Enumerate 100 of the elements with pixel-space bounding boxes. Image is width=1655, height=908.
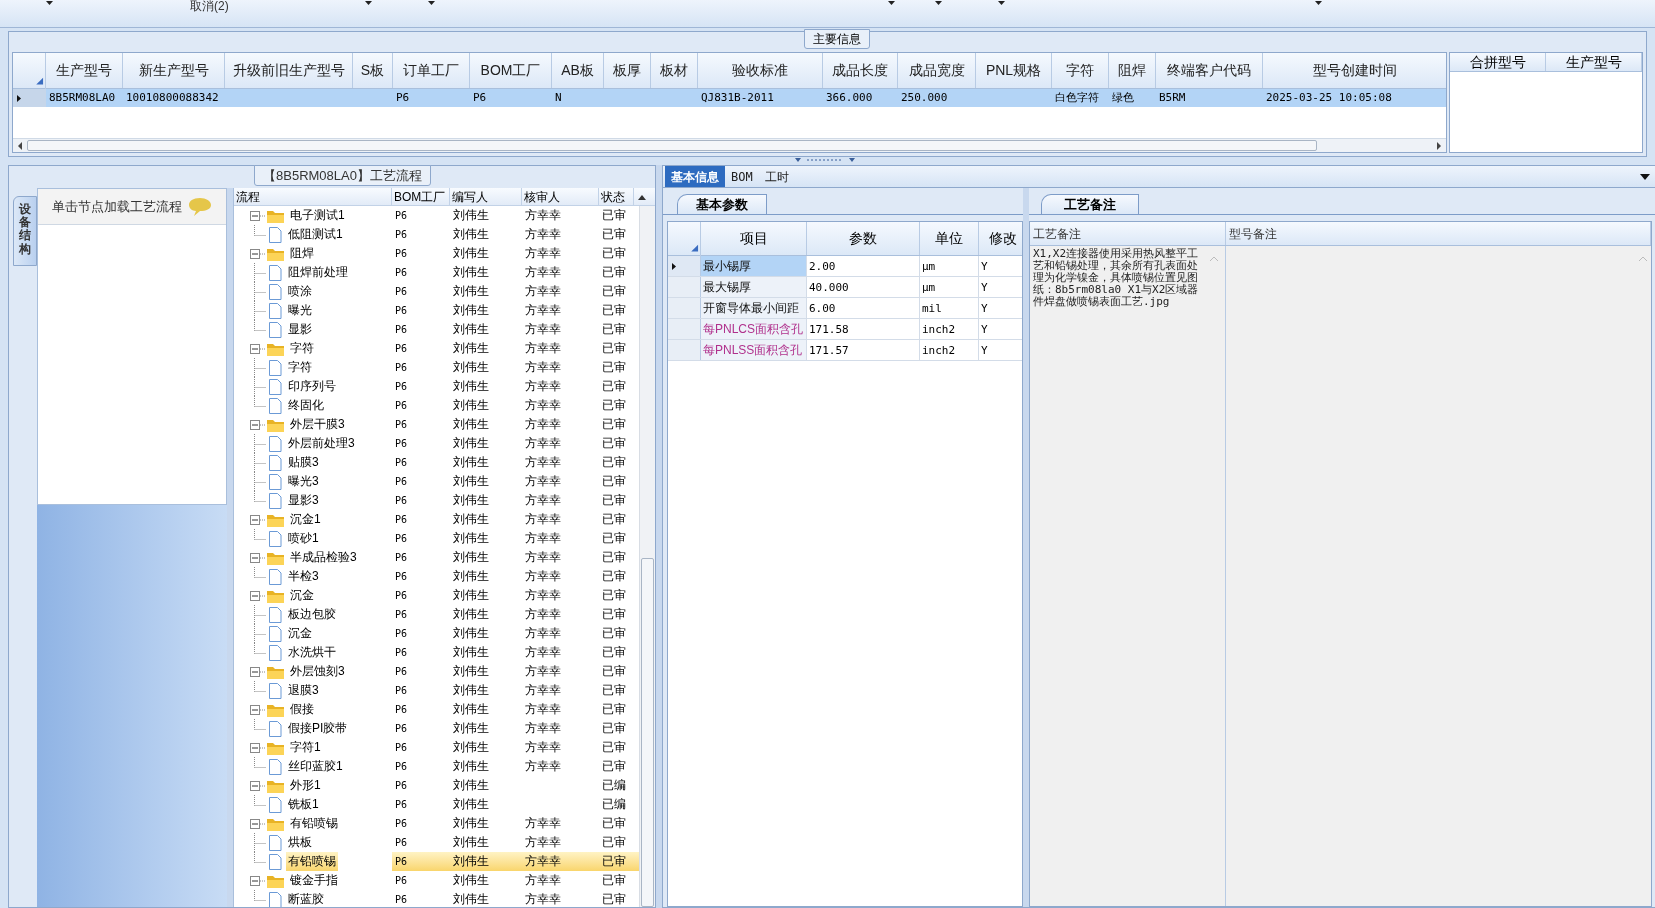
- collapse-icon[interactable]: [250, 343, 266, 354]
- tree-node-label[interactable]: 沉金: [288, 586, 316, 605]
- tree-node-label[interactable]: 假接: [288, 700, 316, 719]
- splitter-grip-icon[interactable]: [795, 158, 855, 163]
- side-tab[interactable]: 设备结构: [13, 196, 37, 266]
- column-header[interactable]: 订单工厂: [393, 53, 470, 88]
- column-header[interactable]: 成品长度: [823, 53, 898, 88]
- caret-icon[interactable]: [998, 1, 1005, 5]
- caret-icon[interactable]: [365, 1, 372, 5]
- hint-text: 单击节点加载工艺流程: [52, 197, 182, 216]
- detail-tab[interactable]: 工时: [758, 166, 795, 187]
- column-header[interactable]: 项目: [701, 222, 807, 255]
- tree-node-label[interactable]: 喷砂1: [286, 529, 321, 548]
- collapse-icon[interactable]: [250, 514, 266, 525]
- tree-node-label[interactable]: 外形1: [288, 776, 323, 795]
- tree-node-label[interactable]: 有铅喷锡: [286, 852, 338, 871]
- column-header[interactable]: 单位: [920, 222, 979, 255]
- tree-node-label[interactable]: 曝光3: [286, 472, 321, 491]
- column-header[interactable]: 生产型号: [1546, 53, 1642, 71]
- tree-node-label[interactable]: 外层前处理3: [286, 434, 357, 453]
- tree-node-label[interactable]: 显影: [286, 320, 314, 339]
- collapse-icon[interactable]: [250, 552, 266, 563]
- tree-node-label[interactable]: 退膜3: [286, 681, 321, 700]
- column-header[interactable]: 状态: [601, 190, 625, 204]
- tree-node-label[interactable]: 断蓝胶: [286, 890, 326, 907]
- column-header[interactable]: 型号创建时间: [1263, 53, 1446, 88]
- column-header[interactable]: 板材: [651, 53, 698, 88]
- scrollbar-thumb[interactable]: [641, 557, 654, 907]
- collapse-icon[interactable]: [250, 419, 266, 430]
- collapse-icon[interactable]: [250, 590, 266, 601]
- tree-node-label[interactable]: 沉金1: [288, 510, 323, 529]
- column-header[interactable]: 阻焊: [1109, 53, 1156, 88]
- tree-node-label[interactable]: 贴膜3: [286, 453, 321, 472]
- scrollbar-thumb[interactable]: [27, 140, 1317, 151]
- column-header[interactable]: 型号备注: [1229, 224, 1277, 243]
- cancel-label[interactable]: 取消(2): [190, 0, 229, 12]
- collapse-icon[interactable]: [250, 875, 266, 886]
- column-header[interactable]: 合拼型号: [1450, 53, 1546, 71]
- column-header[interactable]: 编写人: [452, 190, 488, 204]
- column-header[interactable]: BOM工厂: [470, 53, 552, 88]
- tree-node-label[interactable]: 沉金: [286, 624, 314, 643]
- tree-node-label[interactable]: 假接PI胶带: [286, 719, 350, 738]
- tree-node-label[interactable]: 电子测试1: [288, 206, 347, 225]
- caret-icon[interactable]: [46, 1, 53, 5]
- tree-node-label[interactable]: 低阻测试1: [286, 225, 345, 244]
- tree-node-label[interactable]: 铣板1: [286, 795, 321, 814]
- collapse-icon[interactable]: [250, 780, 266, 791]
- caret-icon[interactable]: [1315, 1, 1322, 5]
- tree-node-label[interactable]: 显影3: [286, 491, 321, 510]
- tree-node-label[interactable]: 镀金手指: [288, 871, 340, 890]
- tree-node-label[interactable]: 水洗烘干: [286, 643, 338, 662]
- collapse-icon[interactable]: [250, 210, 266, 221]
- dropdown-caret-icon[interactable]: [1640, 174, 1650, 180]
- column-header[interactable]: AB板: [552, 53, 604, 88]
- column-header[interactable]: PNL规格: [976, 53, 1052, 88]
- column-header[interactable]: BOM工厂: [394, 190, 446, 204]
- column-header[interactable]: 工艺备注: [1033, 224, 1081, 243]
- tree-node-label[interactable]: 阻焊前处理: [286, 263, 350, 282]
- column-header[interactable]: 核审人: [524, 190, 560, 204]
- tree-node-label[interactable]: 半检3: [286, 567, 321, 586]
- row-header[interactable]: [668, 256, 701, 276]
- tree-node-label[interactable]: 终固化: [286, 396, 326, 415]
- tree-node-label[interactable]: 板边包胶: [286, 605, 338, 624]
- pane-tab[interactable]: 工艺备注: [1041, 194, 1139, 214]
- column-header[interactable]: 板厚: [604, 53, 651, 88]
- column-header[interactable]: 终端客户代码: [1156, 53, 1263, 88]
- column-header[interactable]: 升级前旧生产型号: [225, 53, 353, 88]
- tree-node-label[interactable]: 半成品检验3: [288, 548, 359, 567]
- collapse-icon[interactable]: [250, 742, 266, 753]
- column-header[interactable]: 字符: [1052, 53, 1109, 88]
- tree-node-label[interactable]: 有铅喷锡: [288, 814, 340, 833]
- collapse-icon[interactable]: [250, 666, 266, 677]
- column-header[interactable]: 验收标准: [698, 53, 823, 88]
- tree-node-label[interactable]: 印序列号: [286, 377, 338, 396]
- tree-node-label[interactable]: 外层蚀刻3: [288, 662, 347, 681]
- row-header[interactable]: [13, 89, 46, 107]
- column-header[interactable]: 生产型号: [46, 53, 123, 88]
- tree-node-label[interactable]: 字符: [286, 358, 314, 377]
- detail-tab[interactable]: BOM: [725, 166, 759, 187]
- detail-tab[interactable]: 基本信息: [665, 166, 725, 187]
- tree-node-label[interactable]: 丝印蓝胶1: [286, 757, 345, 776]
- column-header[interactable]: 流程: [236, 190, 260, 204]
- tree-node-label[interactable]: 字符: [288, 339, 316, 358]
- caret-icon[interactable]: [888, 1, 895, 5]
- tree-node-label[interactable]: 外层干膜3: [288, 415, 347, 434]
- tree-node-label[interactable]: 阻焊: [288, 244, 316, 263]
- column-header[interactable]: 成品宽度: [898, 53, 976, 88]
- collapse-icon[interactable]: [250, 818, 266, 829]
- tree-node-label[interactable]: 曝光: [286, 301, 314, 320]
- collapse-icon[interactable]: [250, 248, 266, 259]
- column-header[interactable]: 新生产型号: [123, 53, 225, 88]
- pane-tab[interactable]: 基本参数: [677, 194, 767, 214]
- collapse-icon[interactable]: [250, 704, 266, 715]
- caret-icon[interactable]: [428, 1, 435, 5]
- tree-node-label[interactable]: 喷涂: [286, 282, 314, 301]
- tree-node-label[interactable]: 字符1: [288, 738, 323, 757]
- column-header[interactable]: 参数: [807, 222, 920, 255]
- caret-icon[interactable]: [935, 1, 942, 5]
- tree-node-label[interactable]: 烘板: [286, 833, 314, 852]
- column-header[interactable]: S板: [353, 53, 393, 88]
